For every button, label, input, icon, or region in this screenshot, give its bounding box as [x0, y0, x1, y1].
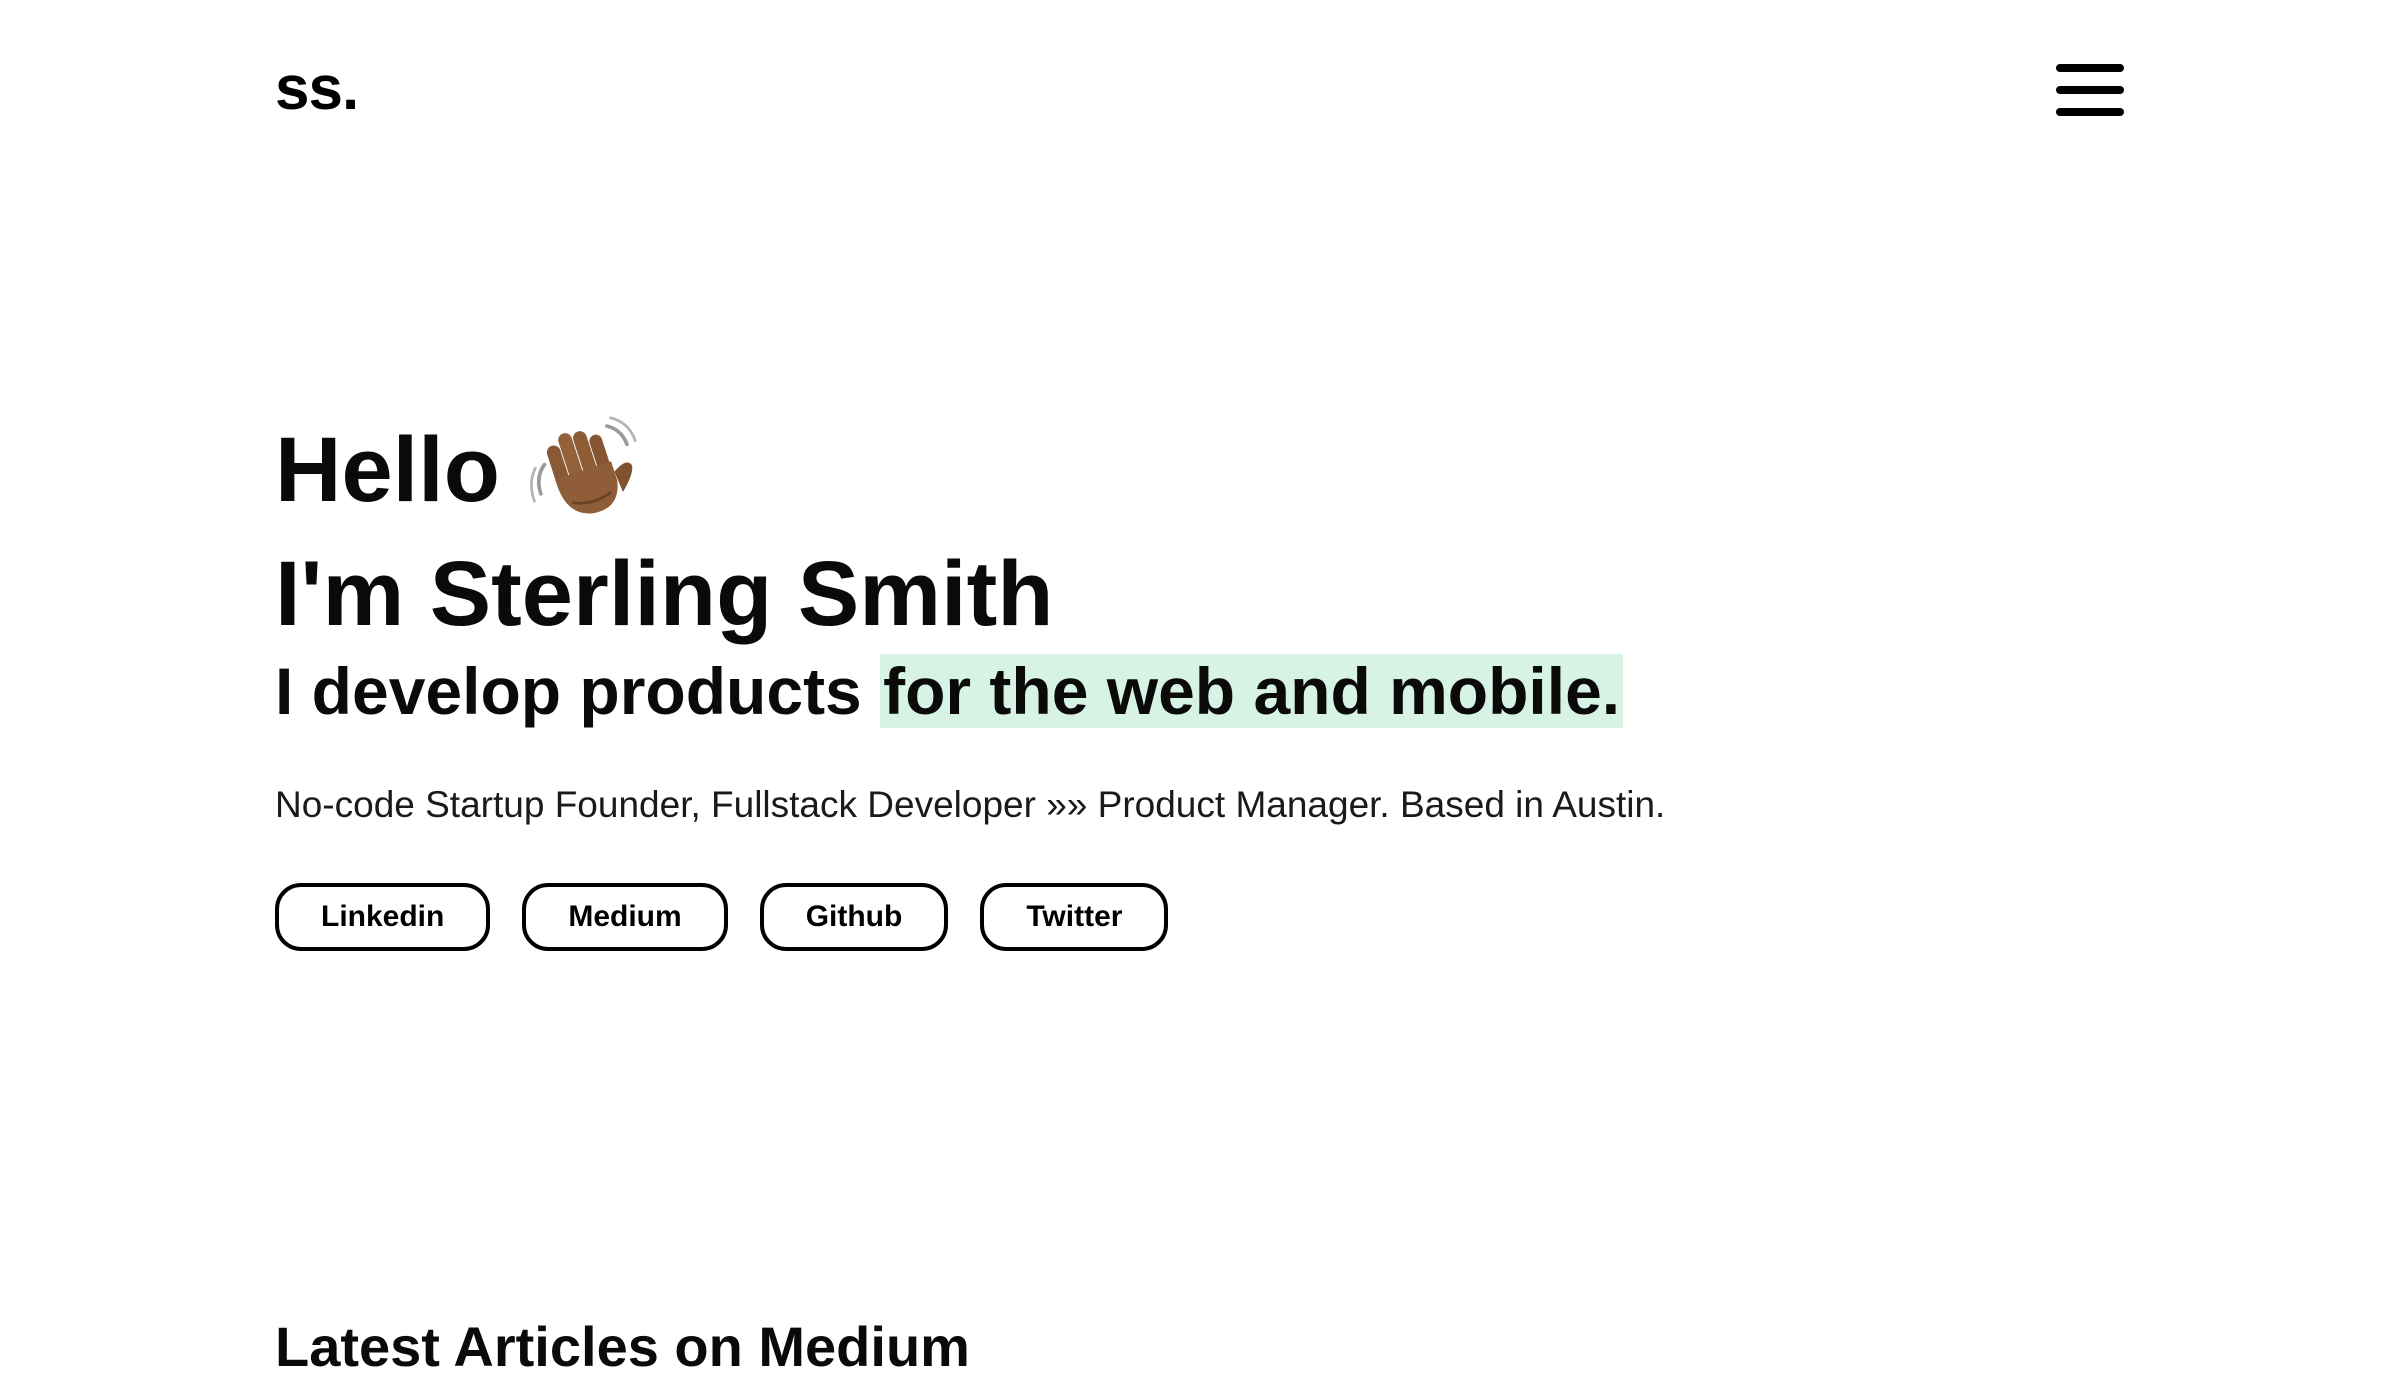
articles-section-title: Latest Articles on Medium — [275, 1315, 970, 1379]
hero-tagline: I develop products for the web and mobil… — [275, 653, 2175, 728]
site-logo[interactable]: ss. — [275, 58, 359, 120]
page: ss. Hello I'm Sterling Smith I develop p… — [0, 0, 2388, 1380]
hero-section: Hello I'm Sterling Smith I develop produ… — [275, 410, 2175, 951]
menu-bar-top — [2056, 64, 2124, 72]
tagline-highlight: for the web and mobile. — [880, 653, 1624, 728]
hero-name: I'm Sterling Smith — [275, 543, 1054, 645]
twitter-button[interactable]: Twitter — [980, 882, 1169, 951]
greeting-line: Hello — [275, 410, 2175, 530]
hamburger-menu-icon[interactable] — [2056, 62, 2124, 118]
medium-button[interactable]: Medium — [522, 882, 728, 951]
menu-bar-middle — [2056, 86, 2124, 94]
tagline-prefix: I develop products — [275, 653, 881, 728]
waving-hand-icon — [528, 415, 638, 525]
github-button[interactable]: Github — [759, 882, 949, 951]
menu-bar-bottom — [2056, 108, 2124, 116]
greeting-text: Hello — [275, 419, 500, 521]
social-links: Linkedin Medium Github Twitter — [275, 882, 2175, 951]
hero-bio: No-code Startup Founder, Fullstack Devel… — [275, 784, 1666, 826]
linkedin-button[interactable]: Linkedin — [275, 882, 491, 951]
